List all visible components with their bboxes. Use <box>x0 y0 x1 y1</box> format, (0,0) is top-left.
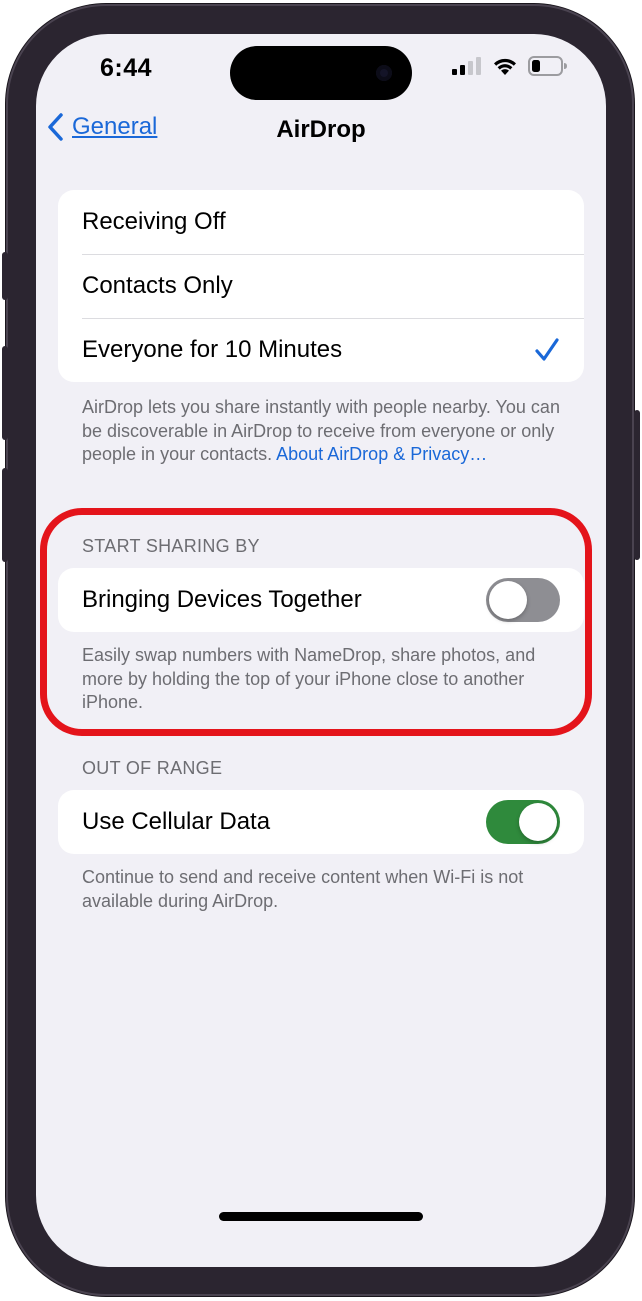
checkmark-icon <box>535 338 559 361</box>
battery-icon <box>528 56 567 76</box>
about-airdrop-privacy-link[interactable]: About AirDrop & Privacy… <box>276 444 487 464</box>
home-indicator[interactable] <box>219 1212 423 1221</box>
wifi-icon <box>494 58 516 75</box>
dynamic-island <box>230 46 412 100</box>
action-button <box>2 252 8 300</box>
option-label: Receiving Off <box>82 208 226 235</box>
receiving-footer: AirDrop lets you share instantly with pe… <box>82 396 562 467</box>
out-of-range-header: OUT OF RANGE <box>82 758 223 778</box>
option-everyone-10-minutes[interactable]: Everyone for 10 Minutes <box>58 318 584 382</box>
status-icons <box>452 56 568 76</box>
use-cellular-data-toggle[interactable] <box>486 800 560 844</box>
out-of-range-group: Use Cellular Data <box>58 790 584 854</box>
row-label: Use Cellular Data <box>82 808 271 835</box>
option-label: Contacts Only <box>82 272 233 299</box>
page-title: AirDrop <box>276 116 366 143</box>
toggle-knob <box>519 803 557 841</box>
power-button <box>634 410 640 560</box>
option-label: Everyone for 10 Minutes <box>82 336 343 363</box>
volume-down-button <box>2 468 8 562</box>
front-camera <box>376 65 392 81</box>
volume-up-button <box>2 346 8 440</box>
receiving-options-group: Receiving Off Contacts Only Everyone for… <box>58 190 584 382</box>
option-contacts-only[interactable]: Contacts Only <box>58 254 584 318</box>
out-of-range-footer: Continue to send and receive content whe… <box>82 867 524 911</box>
status-time: 6:44 <box>100 54 153 82</box>
option-receiving-off[interactable]: Receiving Off <box>58 190 584 254</box>
cellular-signal-icon <box>452 57 481 75</box>
navigation-bar: General AirDrop <box>36 112 606 156</box>
use-cellular-data-row: Use Cellular Data <box>58 790 584 854</box>
highlight-annotation <box>40 508 592 736</box>
